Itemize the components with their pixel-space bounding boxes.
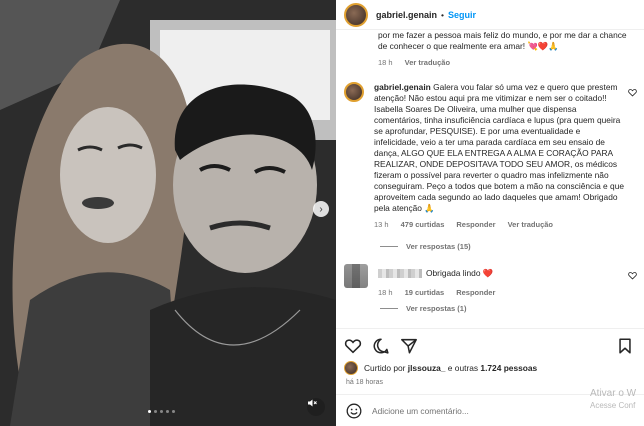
share-icon[interactable] [400,337,418,355]
comment-text: Galera vou falar só uma vez e quero que … [374,82,625,213]
photo-illustration [0,0,336,426]
likes-prefix: Curtido por [364,363,408,373]
liker-username[interactable]: jlssouza_ [408,363,446,373]
post-time[interactable]: há 18 horas [346,379,636,386]
comment-text: Obrigada lindo ❤️ [426,268,494,278]
watermark-line-2: Acesse Conf [590,401,636,410]
carousel-dot [160,410,163,413]
activation-watermark: Ativar o W Acesse Conf [590,388,636,412]
carousel-indicator [148,410,175,413]
comment-icon[interactable] [372,337,390,355]
mute-icon [308,399,317,407]
translate-link[interactable]: Ver tradução [508,220,553,229]
view-replies-label: Ver respostas (15) [406,242,471,251]
comment-time: 18 h [378,58,393,67]
replies-divider [380,308,398,309]
heart-icon[interactable] [344,337,362,355]
likes-middle: e outras [445,363,481,373]
carousel-dot [172,410,175,413]
carousel-next-button[interactable]: › [313,201,329,217]
liker-avatar[interactable] [344,361,358,375]
replies-divider [380,246,398,247]
view-replies-button[interactable]: Ver respostas (1) [380,304,466,313]
carousel-dot [166,410,169,413]
reply-button[interactable]: Responder [456,220,495,229]
translate-link[interactable]: Ver tradução [405,58,450,67]
carousel-dot [148,410,151,413]
comment-heart-icon[interactable] [628,88,637,97]
post-side-panel: gabriel.genain • Seguir por me fazer a p… [336,0,644,426]
view-replies-button[interactable]: Ver respostas (15) [380,242,471,251]
blurred-username[interactable] [378,269,422,279]
comment-text: por me fazer a pessoa mais feliz do mund… [378,30,627,51]
mute-button[interactable] [307,398,325,416]
comment-time: 18 h [378,288,393,297]
watermark-line-1: Ativar o W [590,388,637,399]
comment-item: Obrigada lindo ❤️ 18 h 19 curtidas Respo… [344,264,644,297]
header-separator: • [441,9,444,20]
carousel-dot [154,410,157,413]
author-username[interactable]: gabriel.genain [376,10,437,20]
follow-button[interactable]: Seguir [448,10,476,20]
emoji-icon[interactable] [346,403,362,419]
view-replies-label: Ver respostas (1) [406,304,467,313]
comment-input[interactable] [372,405,572,416]
caption-comment: por me fazer a pessoa mais feliz do mund… [378,30,628,67]
reply-button[interactable]: Responder [456,288,495,297]
avatar[interactable] [344,82,364,102]
comments-list[interactable]: por me fazer a pessoa mais feliz do mund… [336,30,644,328]
blurred-avatar[interactable] [344,264,368,288]
comment-item: gabriel.genain Galera vou falar só uma v… [344,82,644,229]
post-header: gabriel.genain • Seguir [336,0,644,30]
likes-count[interactable]: 1.724 pessoas [480,363,537,373]
comment-heart-icon[interactable] [628,271,637,280]
comment-username[interactable]: gabriel.genain [374,82,431,92]
chevron-right-icon: › [319,203,323,215]
likes-summary: Curtido por jlssouza_ e outras 1.724 pes… [344,361,636,375]
comment-time: 13 h [374,220,389,229]
post-photo[interactable]: › [0,0,336,426]
post-actions: Curtido por jlssouza_ e outras 1.724 pes… [336,328,644,386]
avatar[interactable] [344,2,368,27]
comment-likes[interactable]: 479 curtidas [401,220,445,229]
comment-likes[interactable]: 19 curtidas [405,288,445,297]
bookmark-icon[interactable] [616,337,634,355]
